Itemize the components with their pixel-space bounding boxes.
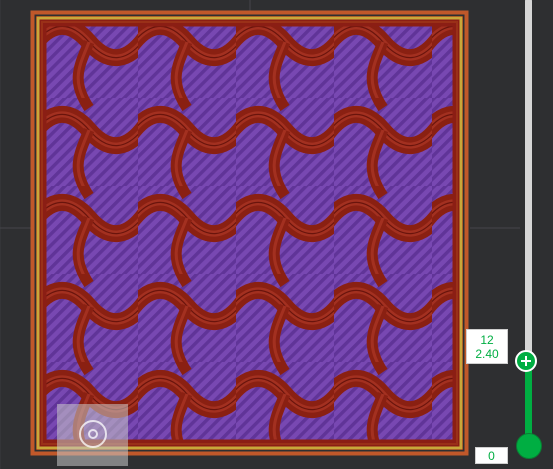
top-layer-height: 2.40 bbox=[475, 347, 499, 361]
bottom-layer-label: 0 bbox=[475, 447, 508, 464]
gizmo-center bbox=[88, 429, 98, 439]
bottom-layer-handle[interactable] bbox=[516, 433, 542, 459]
print-preview bbox=[0, 0, 520, 469]
top-layer-handle-plus-icon[interactable] bbox=[515, 350, 537, 372]
3d-preview-viewport[interactable] bbox=[0, 0, 553, 469]
top-layer-label: 12 2.40 bbox=[466, 329, 508, 364]
top-layer-number: 12 bbox=[480, 333, 494, 347]
gizmo-ring bbox=[79, 420, 107, 448]
orbit-gizmo-icon[interactable] bbox=[57, 404, 128, 466]
bottom-layer-number: 0 bbox=[488, 449, 495, 463]
